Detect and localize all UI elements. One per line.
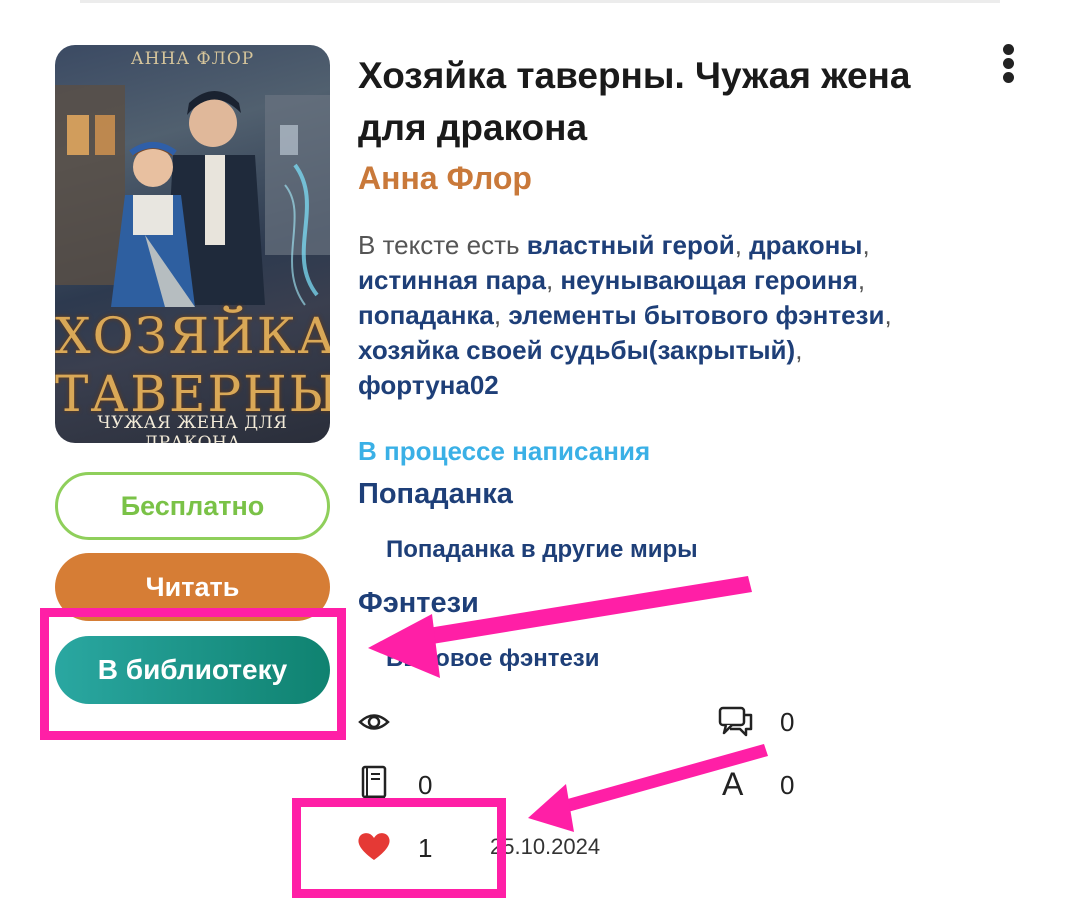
annotation-arrow-likes xyxy=(528,744,768,832)
annotation-arrows xyxy=(368,576,768,832)
annotation-arrow-library xyxy=(368,576,752,678)
